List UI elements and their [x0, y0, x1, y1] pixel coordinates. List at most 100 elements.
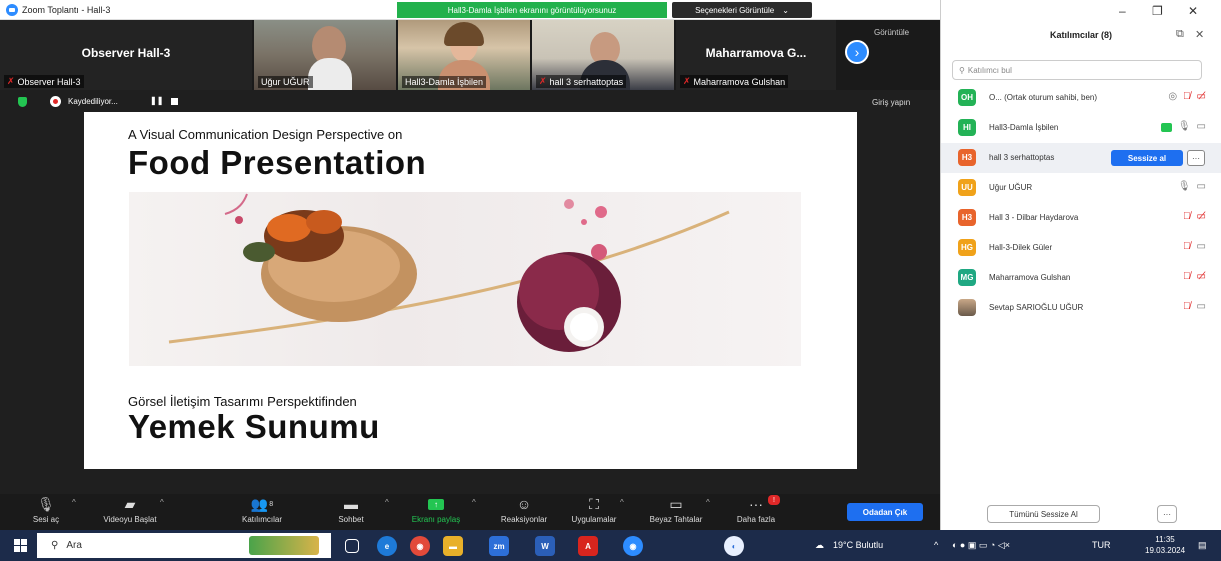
slide-subtitle-tr: Görsel İletişim Tasarımı Perspektifinden [128, 394, 357, 409]
toolbar-label: Videoyu Başlat [103, 515, 157, 524]
video-tile[interactable]: Maharramova G... ✗ Maharramova Gulshan [676, 20, 836, 90]
chevron-up-icon[interactable]: ^ [160, 498, 164, 507]
participant-row[interactable]: UU Uğur UĞUR 🎙 ▭ [941, 173, 1221, 203]
apps-icon: ⛶ [589, 495, 599, 512]
view-options-button[interactable]: Seçenekleri Görüntüle ⌄ [672, 2, 812, 18]
acrobat-icon[interactable]: A [578, 536, 598, 556]
unmute-button[interactable]: 🎙 Sesi aç [26, 494, 66, 530]
clock[interactable]: 11:35 19.03.2024 [1145, 534, 1185, 556]
task-view-icon[interactable] [345, 539, 359, 553]
participant-row[interactable]: H3 Hall 3 - Dilbar Haydarova 🎙̸ ▭̸ [941, 203, 1221, 233]
edge-icon[interactable]: e [377, 536, 397, 556]
chevron-up-icon[interactable]: ^ [72, 498, 76, 507]
video-tile[interactable]: ✗ hall 3 serhattoptas [532, 20, 674, 90]
participant-row[interactable]: H3 hall 3 serhattoptas Sessize al ··· [941, 143, 1221, 173]
mute-all-button[interactable]: Tümünü Sessize Al [987, 505, 1100, 523]
whiteboards-button[interactable]: ▭ Beyaz Tahtalar [638, 494, 714, 530]
avatar: HG [958, 239, 976, 256]
chrome-icon[interactable]: ◉ [410, 536, 430, 556]
participant-row[interactable]: Sevtap SARIOĞLU UĞUR 🎙̸ ▭ [941, 293, 1221, 323]
mic-icon[interactable]: 🎙 [1178, 121, 1191, 132]
video-off-icon[interactable]: ▭̸ [1197, 91, 1206, 102]
view-options-label: Seçenekleri Görüntüle [695, 5, 775, 15]
chevron-up-icon[interactable]: ^ [385, 498, 389, 507]
language-indicator[interactable]: TUR [1092, 540, 1111, 550]
participant-row[interactable]: OH O... (Ortak oturum sahibi, ben) ◎ 🎙̸ … [941, 83, 1221, 113]
chevron-up-icon[interactable]: ^ [472, 498, 476, 507]
browser-icon[interactable]: ◐ [724, 536, 744, 556]
video-off-icon[interactable]: ▭̸ [1197, 271, 1206, 282]
participants-button[interactable]: 👥 8 Katılımcılar [228, 494, 296, 530]
mic-off-icon[interactable]: 🎙̸ [1183, 301, 1191, 312]
chevron-down-icon: ⌄ [782, 5, 789, 15]
leave-meeting-button[interactable]: Odadan Çık [847, 503, 923, 521]
share-screen-button[interactable]: ↑ Ekranı paylaş [404, 494, 468, 530]
view-label[interactable]: Görüntüle [874, 28, 909, 37]
recording-status: Kaydediliyor... [68, 97, 118, 106]
search-icon: ⚲ [959, 65, 965, 75]
meeting-toolbar: 🎙 Sesi aç ^ ▰ Videoyu Başlat ^ 👥 8 Katılı… [0, 494, 940, 530]
video-tile[interactable]: Uğur UĞUR [254, 20, 396, 90]
popout-icon[interactable]: ⧉ [1176, 28, 1184, 41]
next-page-button[interactable]: › [845, 40, 869, 64]
video-icon[interactable]: ▭ [1197, 241, 1206, 252]
toolbar-label: Sohbet [338, 515, 364, 524]
tray-icons[interactable]: ◐ ● ▣ ▭ ◔ ◁× [952, 540, 1010, 551]
notifications-icon[interactable]: ▤ [1198, 540, 1207, 551]
close-button[interactable]: ✕ [1188, 4, 1198, 18]
avatar: HI [958, 119, 976, 136]
chat-icon: ▬ [344, 496, 358, 512]
notification-badge: ! [768, 495, 780, 505]
toolbar-label: Reaksiyonlar [500, 515, 548, 524]
mic-off-icon: ✗ [539, 76, 547, 86]
mic-off-icon[interactable]: 🎙̸ [1183, 211, 1191, 222]
mic-off-icon[interactable]: 🎙̸ [1183, 241, 1191, 252]
word-icon[interactable]: W [535, 536, 555, 556]
tile-caption: Hall3-Damla İşbilen [402, 76, 487, 88]
avatar: OH [958, 89, 976, 106]
sign-in-link[interactable]: Giriş yapın [872, 98, 910, 107]
mic-off-icon[interactable]: 🎙̸ [1183, 91, 1191, 102]
participant-row[interactable]: HI Hall3-Damla İşbilen 🎙 ▭ [941, 113, 1221, 143]
video-tile[interactable]: Hall3-Damla İşbilen [398, 20, 530, 90]
taskbar-search-input[interactable]: ⚲ Ara [37, 533, 331, 558]
zoom-logo-icon [6, 3, 18, 16]
reactions-button[interactable]: ☺ Reaksiyonlar [492, 494, 556, 530]
chevron-up-icon[interactable]: ^ [620, 498, 624, 507]
file-explorer-icon[interactable]: ▬ [443, 536, 463, 556]
stop-recording-button[interactable] [171, 98, 178, 105]
video-icon[interactable]: ▭ [1197, 121, 1206, 132]
video-icon[interactable]: ▭ [1197, 301, 1206, 312]
participant-row[interactable]: HG Hall-3-Dilek Güler 🎙̸ ▭ [941, 233, 1221, 263]
participant-name: O... (Ortak oturum sahibi, ben) [989, 93, 1098, 102]
window-title: Zoom Toplantı - Hall-3 [22, 4, 111, 15]
video-off-icon[interactable]: ▭̸ [1197, 211, 1206, 222]
zoom-taskbar-icon[interactable]: zm [489, 536, 509, 556]
participant-more-button[interactable]: ··· [1187, 150, 1205, 166]
close-panel-icon[interactable]: ✕ [1195, 28, 1204, 41]
chat-button[interactable]: ▬ Sohbet [326, 494, 376, 530]
video-icon[interactable]: ▭ [1197, 181, 1206, 192]
mic-off-icon[interactable]: 🎙̸ [1183, 271, 1191, 282]
tray-chevron-icon[interactable]: ^ [934, 540, 938, 550]
participant-search-input[interactable]: ⚲ Katılımcı bul [952, 60, 1202, 80]
chevron-up-icon[interactable]: ^ [706, 498, 710, 507]
zoom-app-icon[interactable]: ◉ [623, 536, 643, 556]
mic-icon[interactable]: 🎙 [1178, 181, 1191, 192]
start-video-button[interactable]: ▰ Videoyu Başlat [90, 494, 170, 530]
apps-button[interactable]: ⛶ Uygulamalar [562, 494, 626, 530]
toolbar-label: Uygulamalar [571, 515, 617, 524]
windows-start-icon[interactable] [14, 539, 27, 552]
mute-participant-button[interactable]: Sessize al [1111, 150, 1183, 166]
weather-text[interactable]: 19°C Bulutlu [833, 540, 883, 550]
video-tile[interactable]: Observer Hall-3 ✗ Observer Hall-3 [0, 20, 252, 90]
mic-off-icon: ✗ [683, 76, 691, 86]
participant-row[interactable]: MG Maharramova Gulshan 🎙̸ ▭̸ [941, 263, 1221, 293]
clock-time: 11:35 [1155, 535, 1175, 544]
tile-caption: Uğur UĞUR [258, 76, 313, 88]
pause-recording-button[interactable]: ❚❚ [150, 96, 163, 105]
minimize-button[interactable]: – [1119, 4, 1126, 18]
panel-more-button[interactable]: ··· [1157, 505, 1177, 523]
shield-icon[interactable] [18, 97, 27, 107]
restore-button[interactable]: ❐ [1152, 4, 1163, 18]
